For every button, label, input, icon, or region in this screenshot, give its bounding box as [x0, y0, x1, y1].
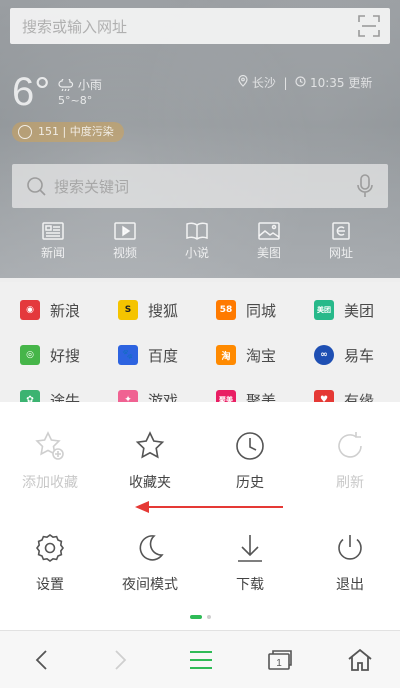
location-time: 长沙 | 10:35 更新: [238, 74, 372, 91]
menu-sheet: 添加收藏 收藏夹 历史 刷新 设置 夜间模式 下载 退出: [0, 402, 400, 630]
home-icon[interactable]: [346, 647, 374, 673]
shortcut-label: 新浪: [50, 301, 81, 320]
menu-refresh[interactable]: 刷新: [300, 430, 400, 492]
clock-icon: [236, 432, 264, 460]
refresh-icon: [338, 432, 362, 458]
menu-label: 收藏夹: [129, 475, 171, 491]
back-icon[interactable]: [28, 647, 56, 673]
keyword-search-box[interactable]: 搜索关键词: [12, 164, 388, 208]
menu-night-mode[interactable]: 夜间模式: [100, 532, 200, 594]
weather-condition-text: 小雨: [77, 78, 102, 92]
bottom-toolbar: 1: [0, 630, 400, 688]
menu-label: 退出: [336, 577, 364, 593]
category-video[interactable]: 视频: [89, 222, 161, 268]
menu-bookmarks[interactable]: 收藏夹: [100, 430, 200, 492]
haosou-logo: ◎: [20, 345, 40, 365]
shortcut-label: 同城: [246, 301, 277, 320]
air-quality-badge: 151 | 中度污染: [12, 122, 124, 142]
location-text: 长沙: [251, 76, 276, 90]
url-search-bar[interactable]: 搜索或输入网址: [10, 8, 390, 44]
shortcut-taobao[interactable]: 淘 淘宝: [196, 332, 296, 378]
shortcut-label: 易车: [344, 346, 375, 365]
menu-label: 刷新: [336, 475, 364, 491]
temperature: 6°: [12, 70, 51, 114]
menu-history[interactable]: 历史: [200, 430, 300, 492]
image-icon: [258, 222, 280, 240]
forward-icon[interactable]: [106, 647, 134, 673]
menu-label: 设置: [36, 577, 64, 593]
category-novel[interactable]: 小说: [161, 222, 233, 268]
menu-exit[interactable]: 退出: [300, 532, 400, 594]
category-sites[interactable]: 网址: [305, 222, 377, 268]
location-icon: [238, 74, 248, 87]
shortcut-label: 搜狐: [148, 301, 179, 320]
category-label: 美图: [256, 246, 281, 260]
gear-icon: [36, 534, 64, 562]
menu-add-bookmark[interactable]: 添加收藏: [0, 430, 100, 492]
tabs-icon[interactable]: 1: [266, 647, 294, 673]
58-logo: 58: [216, 300, 236, 320]
web-icon: [332, 222, 350, 240]
url-search-placeholder: 搜索或输入网址: [22, 17, 128, 36]
star-icon: [135, 431, 165, 459]
search-icon: [27, 177, 46, 196]
weather-condition: 小雨: [58, 76, 128, 93]
page-dot: [207, 615, 211, 619]
sohu-logo: S: [118, 300, 138, 320]
scan-icon[interactable]: [358, 15, 380, 37]
annotation-arrow-icon: [135, 501, 283, 513]
microphone-icon[interactable]: [356, 174, 374, 198]
category-label: 新闻: [40, 246, 65, 260]
air-quality-face-icon: [18, 125, 32, 139]
menu-label: 历史: [236, 475, 264, 491]
tabs-count: 1: [276, 658, 282, 669]
menu-label: 添加收藏: [22, 475, 78, 491]
sina-logo: ◉: [20, 300, 40, 320]
air-quality-text: 151 | 中度污染: [38, 125, 114, 138]
shortcut-58[interactable]: 58 同城: [196, 287, 296, 333]
shortcut-sohu[interactable]: S 搜狐: [98, 287, 198, 333]
taobao-logo: 淘: [216, 345, 236, 365]
shortcut-label: 美团: [344, 301, 375, 320]
menu-label: 夜间模式: [122, 577, 178, 593]
temperature-range: 5°~8°: [58, 94, 93, 107]
shortcut-grid: ◉ 新浪 S 搜狐 58 同城 美团 美团 ◎ 好搜 🐾 百度 淘 淘宝 ∞ 易…: [0, 282, 400, 412]
category-bar: 新闻 视频 小说 美图 网址: [0, 222, 400, 268]
shortcut-label: 淘宝: [246, 346, 277, 365]
shortcut-label: 好搜: [50, 346, 81, 365]
download-icon: [238, 535, 262, 562]
shortcut-baidu[interactable]: 🐾 百度: [98, 332, 198, 378]
shortcut-meituan[interactable]: 美团 美团: [294, 287, 394, 333]
shortcut-sina[interactable]: ◉ 新浪: [0, 287, 100, 333]
menu-icon[interactable]: [187, 647, 215, 673]
category-news[interactable]: 新闻: [17, 222, 89, 268]
category-images[interactable]: 美图: [233, 222, 305, 268]
category-label: 视频: [112, 246, 137, 260]
menu-settings[interactable]: 设置: [0, 532, 100, 594]
news-icon: [42, 222, 64, 240]
category-label: 网址: [328, 246, 353, 260]
baidu-logo: 🐾: [118, 345, 138, 365]
browser-home-page: 搜索或输入网址 6° 小雨 5°~8° 长沙 | 10:35 更新 151 | …: [0, 0, 400, 688]
yiche-logo: ∞: [314, 345, 334, 365]
add-bookmark-icon: [35, 431, 64, 460]
page-indicator: [190, 614, 220, 620]
video-icon: [114, 222, 136, 240]
book-icon: [186, 222, 208, 240]
shortcut-label: 百度: [148, 346, 179, 365]
moon-icon: [139, 535, 164, 561]
shortcut-yiche[interactable]: ∞ 易车: [294, 332, 394, 378]
rain-cloud-icon: [58, 76, 74, 92]
update-time: 10:35 更新: [309, 76, 373, 90]
power-icon: [338, 535, 362, 560]
menu-download[interactable]: 下载: [200, 532, 300, 594]
menu-label: 下载: [236, 577, 264, 593]
clock-small-icon: [295, 76, 306, 87]
shortcut-haosou[interactable]: ◎ 好搜: [0, 332, 100, 378]
page-dot-active: [190, 615, 202, 619]
keyword-search-placeholder: 搜索关键词: [54, 177, 130, 196]
meituan-logo: 美团: [314, 300, 334, 320]
category-label: 小说: [184, 246, 209, 260]
